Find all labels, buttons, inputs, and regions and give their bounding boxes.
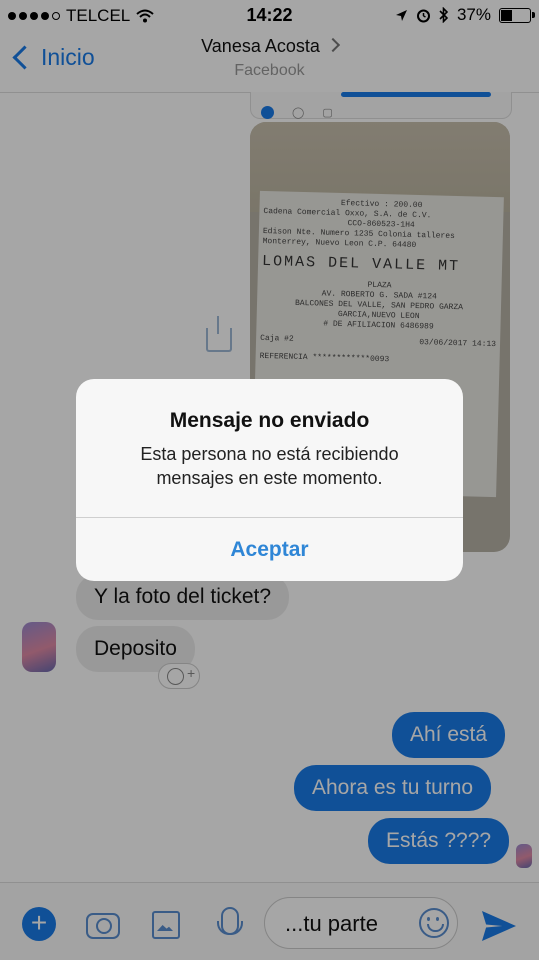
messenger-screen: TELCEL 14:22 37% Inicio Vanesa Acosta Fa…	[0, 0, 539, 960]
accept-button[interactable]: Aceptar	[76, 518, 463, 581]
alert-message: Esta persona no está recibiendo mensajes…	[140, 444, 399, 488]
alert-dialog: Mensaje no enviado Esta persona no está …	[76, 379, 463, 581]
alert-title: Mensaje no enviado	[169, 409, 370, 432]
